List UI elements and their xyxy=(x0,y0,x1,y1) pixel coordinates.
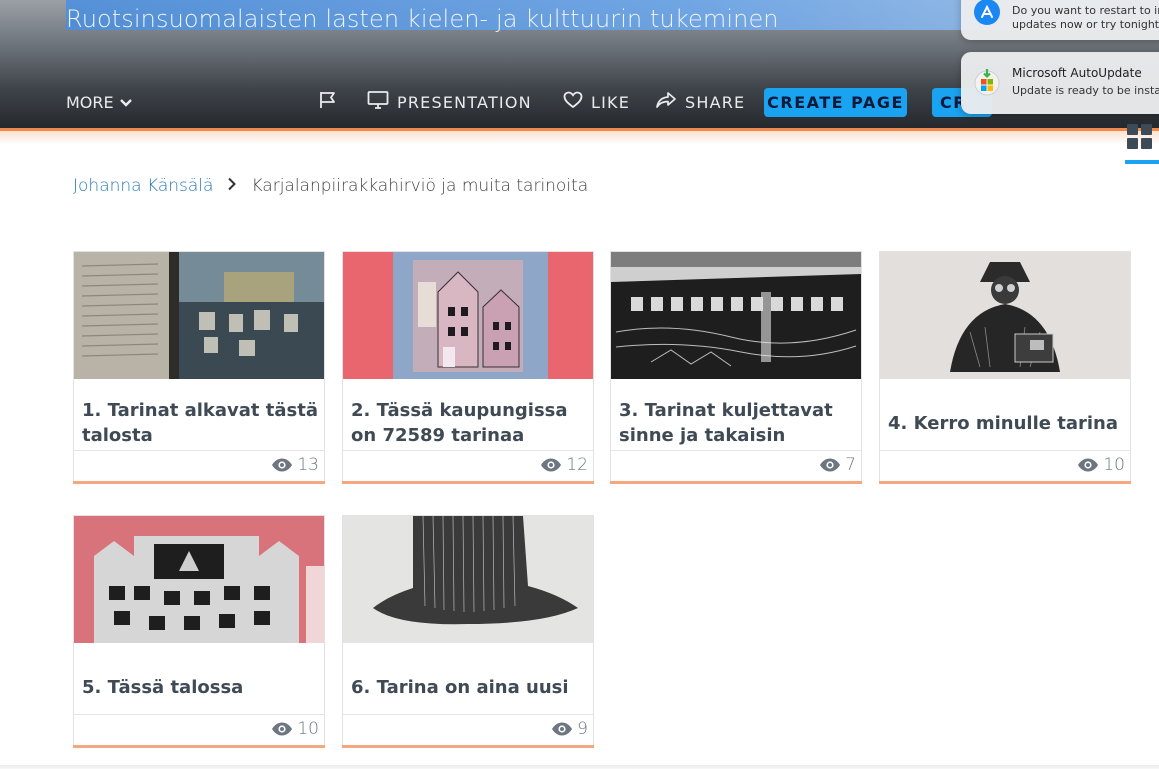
eye-icon xyxy=(1078,458,1099,472)
eye-icon xyxy=(272,722,293,736)
view-count-value: 9 xyxy=(577,719,588,739)
heart-icon xyxy=(563,91,583,113)
view-count-value: 12 xyxy=(566,455,588,475)
view-count: 9 xyxy=(551,719,588,739)
view-count: 7 xyxy=(819,455,856,475)
grid-toggle-active-bar xyxy=(1125,160,1159,164)
eye-icon xyxy=(272,458,293,472)
card-divider xyxy=(343,450,593,451)
notification-autoupdate[interactable]: Microsoft AutoUpdate Update is ready to … xyxy=(961,52,1159,114)
card-title[interactable]: 6. Tarina on aina uusi xyxy=(351,658,587,716)
story-card[interactable]: 2. Tässä kaupungissa on 72589 tarinaa 12 xyxy=(342,251,594,484)
site-title[interactable]: Ruotsinsuomalaisten lasten kielen- ja ku… xyxy=(66,5,779,33)
share-label: SHARE xyxy=(685,92,746,112)
story-card[interactable]: 4. Kerro minulle tarina 10 xyxy=(879,251,1131,484)
grid-view-toggle[interactable] xyxy=(1127,124,1155,152)
card-divider xyxy=(343,714,593,715)
card-accent-bar xyxy=(73,481,325,484)
eye-icon xyxy=(541,458,562,472)
card-accent-bar xyxy=(610,481,862,484)
page-bottom-edge xyxy=(0,765,1159,769)
card-thumbnail[interactable] xyxy=(343,252,593,379)
view-count: 10 xyxy=(271,719,319,739)
flag-icon xyxy=(318,90,338,114)
view-count: 13 xyxy=(271,455,319,475)
card-accent-bar xyxy=(342,745,594,748)
view-count: 10 xyxy=(1077,455,1125,475)
notification-app-store[interactable]: Do you want to restart to ins updates no… xyxy=(961,0,1159,40)
card-accent-bar xyxy=(342,481,594,484)
card-title[interactable]: 2. Tässä kaupungissa on 72589 tarinaa xyxy=(351,394,587,452)
chevron-down-icon xyxy=(119,93,132,112)
view-count-value: 13 xyxy=(297,455,319,475)
card-thumbnail[interactable] xyxy=(611,252,861,379)
like-label: LIKE xyxy=(591,92,631,112)
eye-icon xyxy=(820,458,841,472)
view-count: 12 xyxy=(540,455,588,475)
page: Ruotsinsuomalaisten lasten kielen- ja ku… xyxy=(0,0,1159,769)
header-glow xyxy=(0,131,1159,145)
notification-line-2: updates now or try tonight? xyxy=(1012,18,1159,31)
view-count-value: 7 xyxy=(845,455,856,475)
card-title[interactable]: 4. Kerro minulle tarina xyxy=(888,394,1124,452)
card-divider xyxy=(74,714,324,715)
monitor-icon xyxy=(367,90,389,114)
card-thumbnail[interactable] xyxy=(880,252,1130,379)
card-thumbnail[interactable] xyxy=(343,516,593,643)
presentation-button[interactable]: PRESENTATION xyxy=(367,88,532,116)
card-title[interactable]: 3. Tarinat kuljettavat sinne ja takaisin xyxy=(619,394,855,452)
card-thumbnail[interactable] xyxy=(74,516,324,643)
microsoft-autoupdate-icon xyxy=(973,68,1001,96)
notification-title: Microsoft AutoUpdate xyxy=(1012,66,1142,80)
eye-icon xyxy=(552,722,573,736)
card-divider xyxy=(611,450,861,451)
card-title[interactable]: 5. Tässä talossa xyxy=(82,658,318,716)
create-page-button[interactable]: CREATE PAGE xyxy=(764,88,907,117)
notification-body: Update is ready to be install xyxy=(1012,84,1159,97)
share-arrow-icon xyxy=(655,91,677,113)
view-count-value: 10 xyxy=(297,719,319,739)
story-card[interactable]: 6. Tarina on aina uusi 9 xyxy=(342,515,594,748)
card-divider xyxy=(74,450,324,451)
card-divider xyxy=(880,450,1130,451)
card-accent-bar xyxy=(73,745,325,748)
card-thumbnail[interactable] xyxy=(74,252,324,379)
more-menu-button[interactable]: MORE xyxy=(66,88,132,116)
presentation-label: PRESENTATION xyxy=(397,92,532,112)
notification-line-1: Do you want to restart to ins xyxy=(1012,4,1159,17)
share-button[interactable]: SHARE xyxy=(655,88,745,116)
story-card[interactable]: 5. Tässä talossa 10 xyxy=(73,515,325,748)
like-button[interactable]: LIKE xyxy=(563,88,630,116)
breadcrumb: Johanna Känsälä Karjalanpiirakkahirviö j… xyxy=(73,176,588,196)
more-label: MORE xyxy=(66,92,114,112)
breadcrumb-current: Karjalanpiirakkahirviö ja muita tarinoit… xyxy=(251,176,589,196)
chevron-right-icon xyxy=(227,176,237,196)
breadcrumb-parent-link[interactable]: Johanna Känsälä xyxy=(73,176,213,196)
report-flag-button[interactable] xyxy=(318,88,346,116)
story-card[interactable]: 3. Tarinat kuljettavat sinne ja takaisin… xyxy=(610,251,862,484)
card-title[interactable]: 1. Tarinat alkavat tästä talosta xyxy=(82,394,318,452)
app-store-icon xyxy=(973,0,1001,26)
story-card[interactable]: 1. Tarinat alkavat tästä talosta 13 xyxy=(73,251,325,484)
view-count-value: 10 xyxy=(1103,455,1125,475)
card-accent-bar xyxy=(879,481,1131,484)
